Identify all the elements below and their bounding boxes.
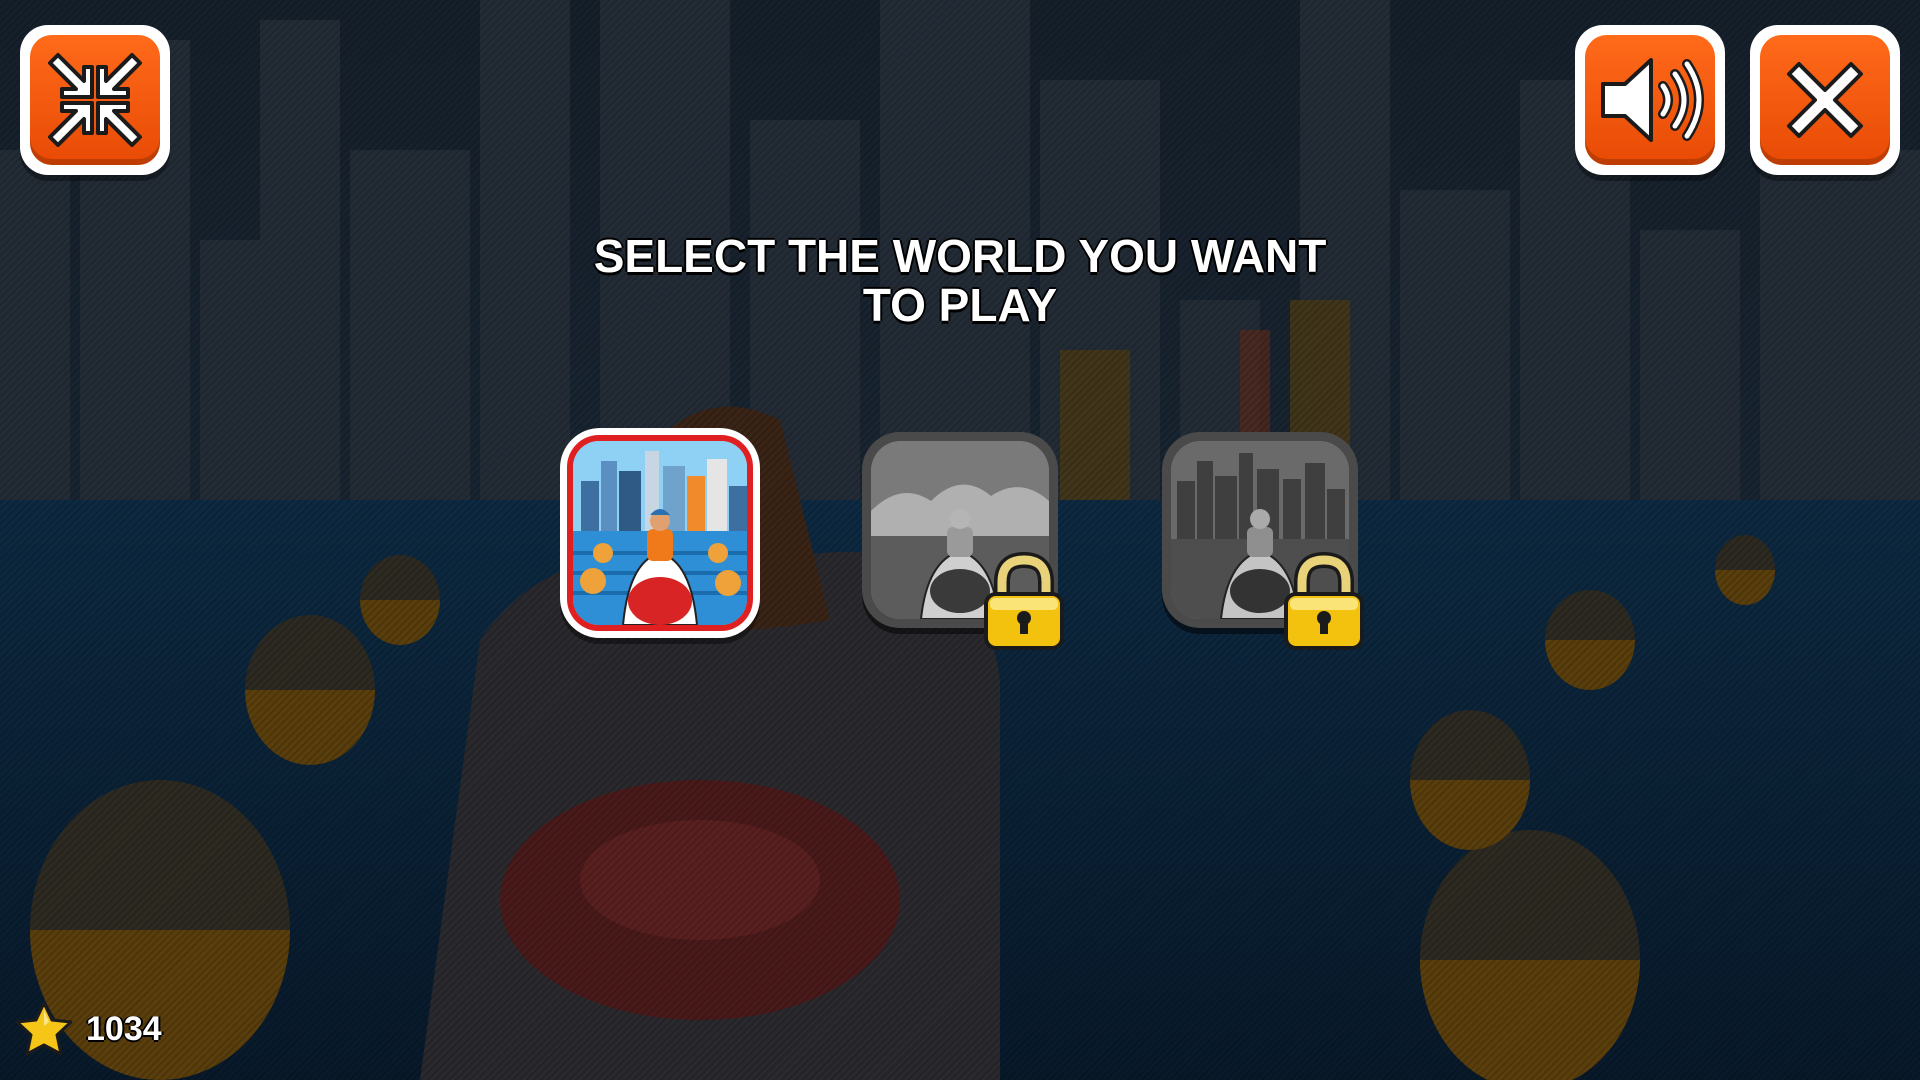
speaker-icon <box>1601 58 1704 142</box>
close-button-face <box>1760 35 1890 165</box>
star-score: 1034 <box>14 1000 162 1058</box>
world-1-thumbnail <box>573 441 747 625</box>
compress-arrows-icon <box>48 53 142 147</box>
lock-icon <box>1284 552 1364 650</box>
world-2-button[interactable] <box>862 432 1064 650</box>
fullscreen-button[interactable] <box>20 25 170 175</box>
game-stage: SELECT THE WORLD YOU WANT TO PLAY 1034 <box>0 0 1920 1080</box>
close-button[interactable] <box>1750 25 1900 175</box>
sound-button[interactable] <box>1575 25 1725 175</box>
star-icon <box>15 1001 73 1056</box>
world-3-button[interactable] <box>1162 432 1364 650</box>
close-x-icon <box>1787 62 1863 138</box>
fullscreen-button-face <box>30 35 160 165</box>
sound-button-face <box>1585 35 1715 165</box>
page-title: SELECT THE WORLD YOU WANT TO PLAY <box>593 230 1327 331</box>
lock-icon <box>984 552 1064 650</box>
world-1-button[interactable] <box>560 428 760 638</box>
score-value: 1034 <box>86 1009 162 1048</box>
